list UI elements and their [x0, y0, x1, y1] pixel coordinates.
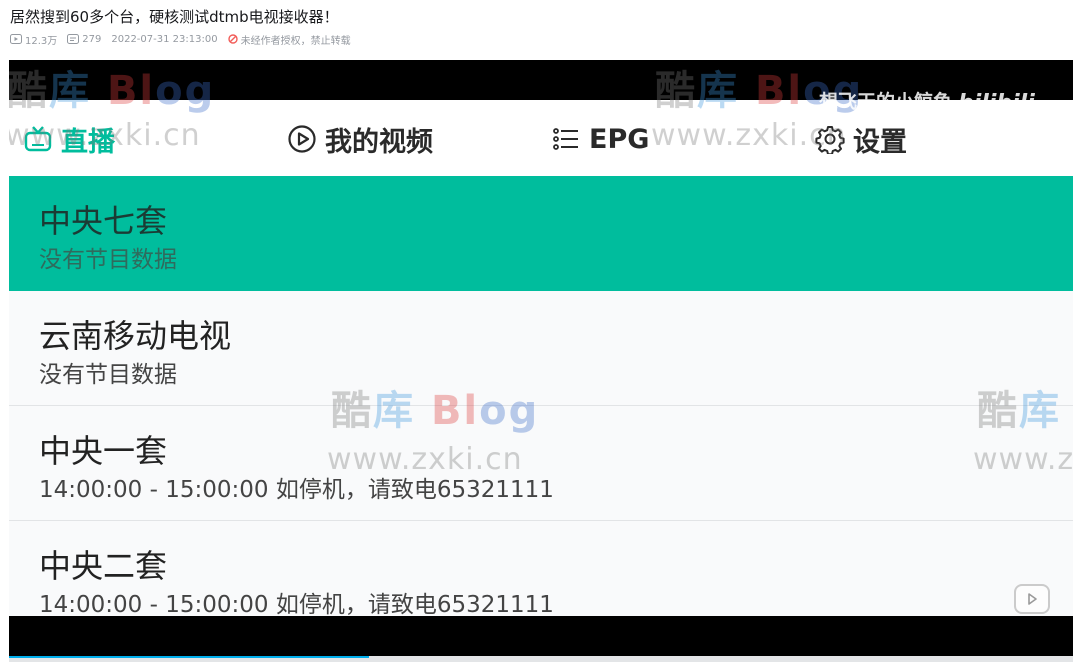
channel-program: 没有节目数据: [39, 247, 177, 273]
tab-my-videos[interactable]: 我的视频: [287, 118, 433, 160]
forbidden-icon: [227, 34, 238, 44]
copyright-notice-text: 未经作者授权，禁止转载: [240, 35, 351, 47]
view-count: 12.3万: [10, 32, 57, 47]
tv-icon: [24, 126, 52, 152]
svg-text:bilibili: bilibili: [958, 91, 1035, 116]
play-icon: [1028, 593, 1037, 605]
channel-row[interactable]: 中央七套 没有节目数据: [9, 176, 1073, 291]
channel-name: 中央一套: [39, 432, 168, 470]
channel-program: 14:00:00 - 15:00:00 如停机，请致电65321111: [39, 592, 554, 616]
video-title: 居然搜到60多个台，硬核测试dtmb电视接收器！: [10, 8, 339, 26]
uploader-name: 想飞天的小鲸鱼: [819, 90, 953, 113]
channel-name: 中央七套: [39, 202, 168, 240]
tv-app-screen: 直播 我的视频 EPG 设置 中央七套 没有节目数据 云南移动电视 没有节目数据…: [9, 100, 1073, 616]
view-count-text: 12.3万: [25, 35, 58, 47]
mini-play-button[interactable]: [1014, 584, 1050, 614]
tab-my-videos-label: 我的视频: [325, 126, 433, 158]
gear-icon: [815, 126, 845, 154]
player-progress-fill: [9, 656, 369, 658]
bilibili-logo-icon: bilibili: [958, 91, 1035, 116]
tab-epg-label: EPG: [589, 123, 650, 155]
player-progress-track[interactable]: [9, 656, 1073, 662]
tab-live[interactable]: 直播: [23, 118, 115, 160]
danmaku-count: 279: [67, 34, 101, 45]
channel-name: 云南移动电视: [39, 317, 232, 355]
list-icon: [553, 128, 578, 150]
channel-name: 中央二套: [39, 547, 168, 585]
channel-row[interactable]: 中央一套 14:00:00 - 15:00:00 如停机，请致电65321111: [9, 406, 1073, 521]
publish-datetime: 2022-07-31 23:13:00: [111, 33, 218, 45]
tab-settings-label: 设置: [853, 126, 907, 158]
copyright-notice: 未经作者授权，禁止转载: [227, 32, 351, 47]
video-meta: 12.3万 279 2022-07-31 23:13:00 未经作者授权，禁止转…: [10, 32, 361, 47]
uploader-watermark: 想飞天的小鲸鱼 bilibili: [819, 82, 1044, 118]
danmaku-icon: [67, 34, 80, 44]
channel-program: 没有节目数据: [39, 362, 177, 388]
play-circle-icon: [288, 125, 316, 153]
channel-list: 中央七套 没有节目数据 云南移动电视 没有节目数据 中央一套 14:00:00 …: [9, 176, 1073, 616]
tab-settings[interactable]: 设置: [815, 118, 907, 160]
channel-row[interactable]: 云南移动电视 没有节目数据: [9, 291, 1073, 406]
danmaku-count-text: 279: [82, 33, 102, 45]
channel-program: 14:00:00 - 15:00:00 如停机，请致电65321111: [39, 477, 554, 503]
play-count-icon: [10, 34, 22, 44]
tab-live-label: 直播: [61, 126, 115, 158]
video-header: 居然搜到60多个台，硬核测试dtmb电视接收器！ 12.3万 279 2022-…: [0, 0, 1080, 60]
video-player[interactable]: 直播 我的视频 EPG 设置 中央七套 没有节目数据 云南移动电视 没有节目数据…: [9, 60, 1073, 656]
channel-row[interactable]: 中央二套 14:00:00 - 15:00:00 如停机，请致电65321111: [9, 521, 1073, 616]
tab-epg[interactable]: EPG: [551, 118, 649, 160]
